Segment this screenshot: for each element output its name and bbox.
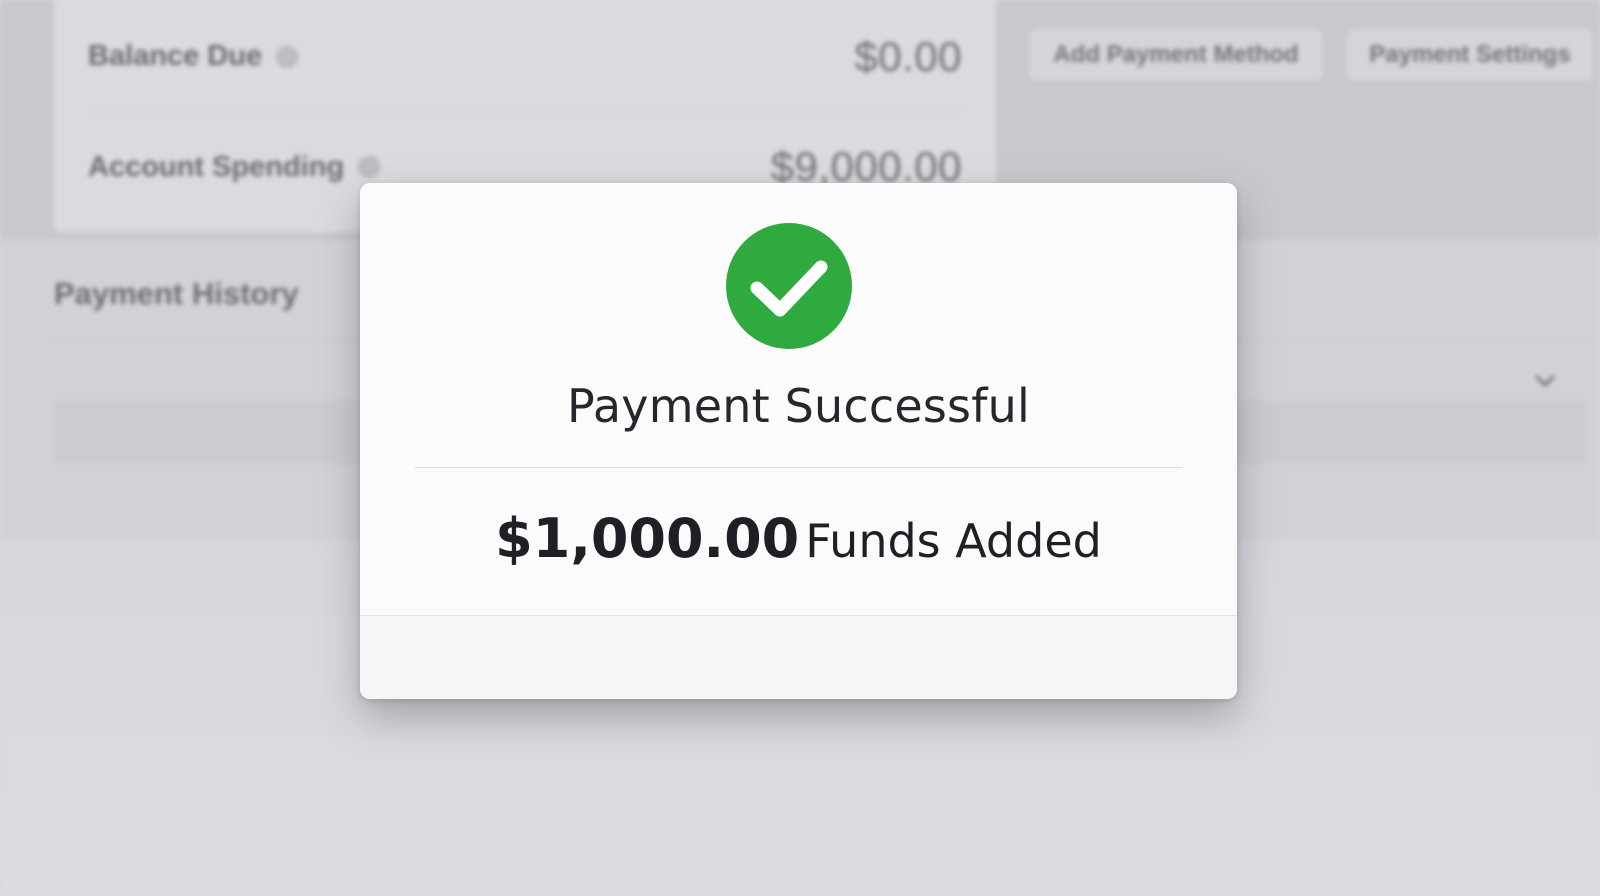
modal-divider xyxy=(415,467,1182,468)
funds-added-line: $1,000.00 Funds Added xyxy=(360,507,1237,570)
add-payment-method-button[interactable]: Add Payment Method xyxy=(1028,28,1324,82)
payment-success-modal: Payment Successful $1,000.00 Funds Added xyxy=(360,183,1237,699)
check-circle-icon xyxy=(726,223,852,349)
balance-due-row: Balance Due $0.00 xyxy=(88,2,962,112)
account-spending-label: Account Spending xyxy=(88,150,345,183)
payment-history-title: Payment History xyxy=(54,276,299,311)
funds-amount: $1,000.00 xyxy=(495,507,800,570)
balance-due-label-group: Balance Due xyxy=(88,40,299,73)
balance-due-value: $0.00 xyxy=(854,32,962,80)
chevron-down-icon[interactable] xyxy=(1534,370,1556,392)
account-spending-label-group: Account Spending xyxy=(88,150,381,184)
info-icon[interactable] xyxy=(358,156,381,178)
funds-added-label: Funds Added xyxy=(805,514,1102,568)
modal-footer xyxy=(360,615,1237,699)
balance-due-label: Balance Due xyxy=(88,40,263,72)
screen: Balance Due $0.00 Account Spending $9,00… xyxy=(0,0,1600,896)
payment-settings-button[interactable]: Payment Settings xyxy=(1346,28,1594,82)
modal-title: Payment Successful xyxy=(567,379,1030,433)
info-icon[interactable] xyxy=(276,45,299,68)
